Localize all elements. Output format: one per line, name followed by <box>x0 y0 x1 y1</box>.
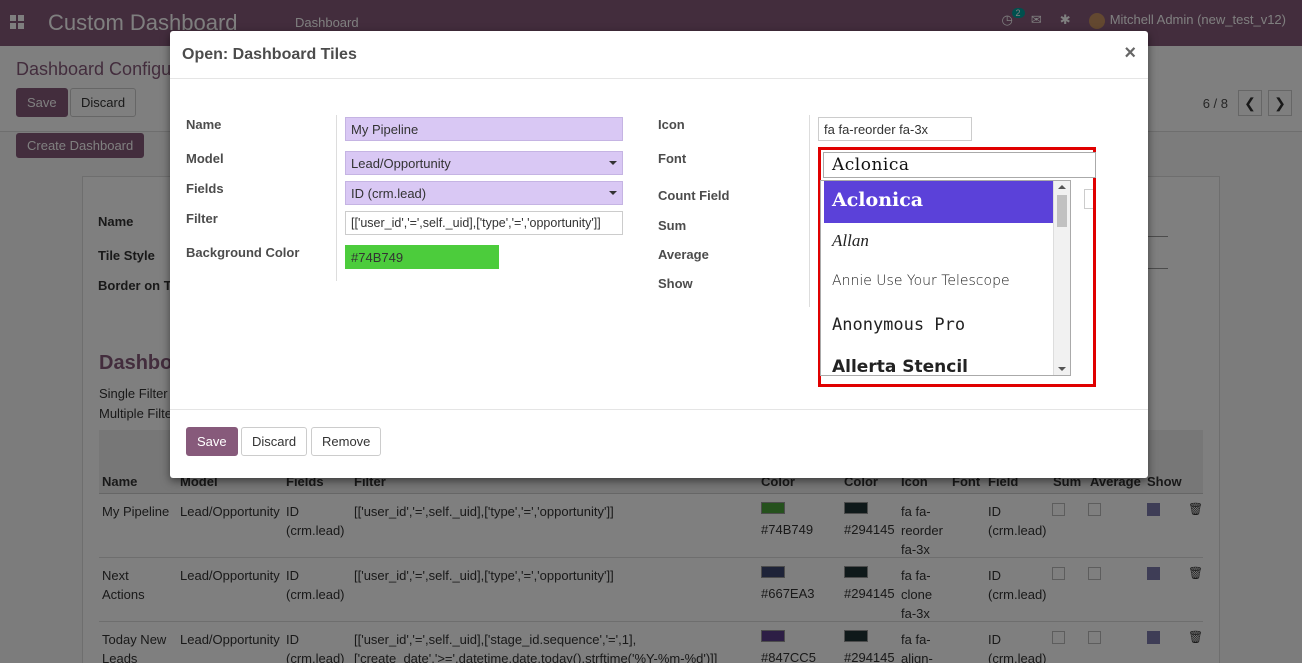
font-option[interactable]: Allerta Stencil <box>824 349 1053 375</box>
modal-footer: Save Discard Remove <box>170 409 1148 478</box>
fields-value: ID (crm.lead) <box>351 186 427 201</box>
modal-discard-button[interactable]: Discard <box>241 427 308 456</box>
modal-title: Open: Dashboard Tiles <box>182 46 357 63</box>
icon-label: Icon <box>658 117 685 132</box>
font-option[interactable]: Aclonica <box>824 181 1053 223</box>
dropdown-scrollbar[interactable] <box>1053 181 1070 375</box>
divider <box>336 115 337 281</box>
scroll-thumb[interactable] <box>1057 195 1067 227</box>
average-label: Average <box>658 247 709 262</box>
modal-header: Open: Dashboard Tiles × <box>170 31 1148 79</box>
background-color-label: Background Color <box>186 245 300 260</box>
font-options-list[interactable]: Aclonica Allan Annie Use Your Telescope … <box>820 180 1071 376</box>
count-field-label: Count Field <box>658 188 730 203</box>
background-color-input[interactable]: #74B749 <box>345 245 499 269</box>
filter-input[interactable]: [['user_id','=',self._uid],['type','=','… <box>345 211 623 235</box>
font-option[interactable]: Annie Use Your Telescope <box>824 265 1053 307</box>
modal-remove-button[interactable]: Remove <box>311 427 382 456</box>
scroll-down-icon[interactable] <box>1058 367 1066 371</box>
divider <box>809 115 810 307</box>
name-input[interactable]: My Pipeline <box>345 117 623 141</box>
font-label: Font <box>658 151 687 166</box>
name-label: Name <box>186 117 222 132</box>
fields-select[interactable]: ID (crm.lead) <box>345 181 623 205</box>
model-select[interactable]: Lead/Opportunity <box>345 151 623 175</box>
model-value: Lead/Opportunity <box>351 156 451 171</box>
show-label: Show <box>658 276 693 291</box>
sum-label: Sum <box>658 218 687 233</box>
model-label: Model <box>186 151 224 166</box>
dashboard-tiles-dialog: Open: Dashboard Tiles × Name Model Field… <box>170 31 1148 478</box>
fields-label: Fields <box>186 181 224 196</box>
font-option[interactable]: Allan <box>824 223 1053 265</box>
close-icon[interactable]: × <box>1124 42 1136 65</box>
chevron-down-icon <box>609 191 617 195</box>
filter-label: Filter <box>186 211 218 226</box>
font-select[interactable]: Aclonica <box>823 152 1096 178</box>
icon-input[interactable]: fa fa-reorder fa-3x <box>818 117 972 141</box>
modal-save-button[interactable]: Save <box>186 427 238 456</box>
scroll-up-icon[interactable] <box>1058 185 1066 189</box>
chevron-down-icon <box>609 161 617 165</box>
font-option[interactable]: Anonymous Pro <box>824 307 1053 349</box>
